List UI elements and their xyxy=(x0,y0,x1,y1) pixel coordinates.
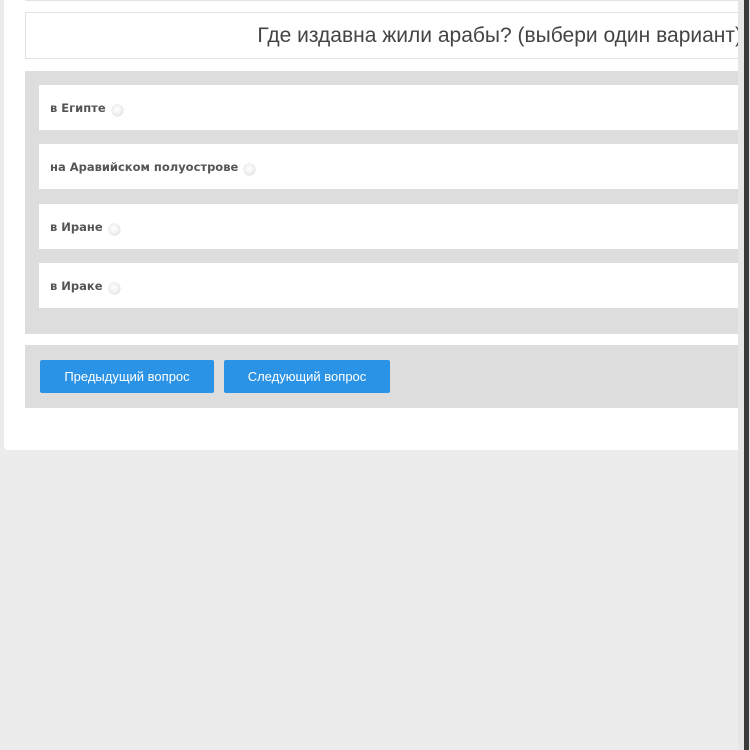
radio-button-icon[interactable] xyxy=(244,163,256,175)
answer-option-label: в Иране xyxy=(50,219,103,234)
scrollbar-thumb[interactable] xyxy=(744,0,749,750)
answer-options-panel: в Египте на Аравийском полуострове в Ира… xyxy=(25,71,750,334)
answer-option-iran[interactable]: в Иране xyxy=(39,204,750,249)
answer-option-egypt[interactable]: в Египте xyxy=(39,85,750,130)
next-question-button[interactable]: Следующий вопрос xyxy=(224,360,390,393)
answer-option-label: в Ираке xyxy=(50,278,103,293)
radio-button-icon[interactable] xyxy=(108,223,120,235)
top-divider xyxy=(25,0,750,1)
answer-option-label: в Египте xyxy=(50,100,106,115)
navigation-panel: Предыдущий вопрос Следующий вопрос xyxy=(25,345,750,408)
answer-option-arabian-peninsula[interactable]: на Аравийском полуострове xyxy=(39,144,750,189)
quiz-page: Где издавна жили арабы? (выбери один вар… xyxy=(0,0,750,750)
previous-question-button[interactable]: Предыдущий вопрос xyxy=(40,360,214,393)
answer-option-iraq[interactable]: в Ираке xyxy=(39,263,750,308)
radio-button-icon[interactable] xyxy=(111,104,123,116)
question-box: Где издавна жили арабы? (выбери один вар… xyxy=(25,12,750,59)
question-title: Где издавна жили арабы? (выбери один вар… xyxy=(257,24,742,47)
quiz-card: Где издавна жили арабы? (выбери один вар… xyxy=(4,0,750,450)
answer-option-label: на Аравийском полуострове xyxy=(50,159,239,174)
radio-button-icon[interactable] xyxy=(108,282,120,294)
